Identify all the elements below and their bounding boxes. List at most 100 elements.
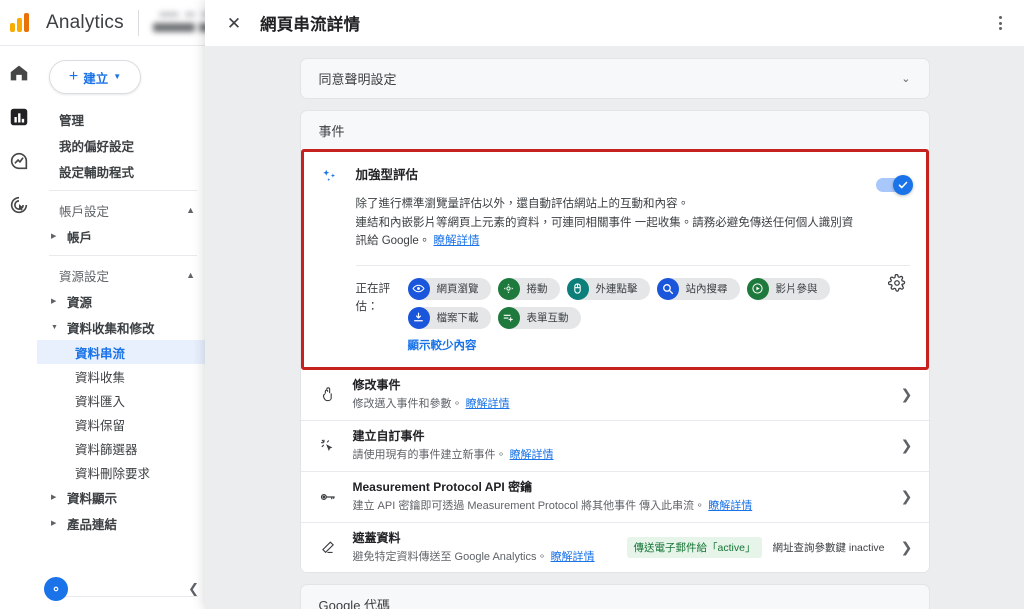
- learn-more-link[interactable]: 瞭解詳情: [551, 551, 595, 563]
- enhanced-measurement-highlight: 加強型評估 除了進行標準瀏覽量評估以外，還自動評估網站上的互動和內容。 連結和內…: [300, 149, 929, 370]
- sidebar-item-data-retention[interactable]: 資料保留: [37, 412, 209, 436]
- row-modify-events[interactable]: 修改事件 修改邁入事件和參數。 瞭解詳情 ❯: [300, 369, 929, 420]
- row-redact-data[interactable]: 遮蓋資料 避免特定資料傳送至 Google Analytics。 瞭解詳情 傳送…: [300, 521, 929, 573]
- row-badges: 傳送電子郵件給「active」 網址查詢參數鍵 inactive: [626, 536, 885, 558]
- topbar-divider: [137, 9, 139, 36]
- key-icon: [317, 488, 339, 506]
- row-create-custom-events[interactable]: 建立自訂事件 請使用現有的事件建立新事件。 瞭解詳情 ❯: [300, 419, 929, 471]
- chip-label: 外連點擊: [595, 283, 638, 296]
- check-icon: [892, 175, 913, 195]
- sidebar-item-product-links[interactable]: ▶ 產品連結: [37, 510, 209, 536]
- row-title: 遮蓋資料: [352, 530, 401, 545]
- triangle-right-icon: ▶: [51, 233, 57, 240]
- screen-root: Analytics + 建立 ▼ 管理 我的偏好設定 設定輔助程式 帳戶設定 ▲…: [0, 0, 1024, 609]
- sidebar-item-data-display[interactable]: ▶ 資料顯示: [37, 484, 209, 510]
- sidebar-item-data-collection-and-modification[interactable]: ▼ 資料收集和修改: [37, 314, 209, 340]
- page-title: 網頁串流詳情: [260, 16, 361, 34]
- panel-body: 同意聲明設定 ⌄ 事件 加強型評估 除了進行標準瀏覽量評估以外，還自動評估網站上…: [205, 46, 1024, 609]
- chevron-up-icon: ▲: [186, 270, 195, 280]
- events-card-title: 事件: [318, 124, 345, 139]
- explore-icon[interactable]: [8, 150, 30, 172]
- chevron-right-icon: ❯: [900, 437, 913, 454]
- learn-more-link[interactable]: 瞭解詳情: [433, 235, 479, 247]
- collapse-sidebar-chevron-left-icon[interactable]: ❮: [188, 581, 199, 597]
- row-subtitle: 建立 API 密鑰即可透過 Measurement Protocol 將其他事件…: [352, 500, 706, 513]
- sidebar-item-data-deletion-requests[interactable]: 資料刪除要求: [37, 460, 209, 484]
- learn-more-link[interactable]: 瞭解詳情: [466, 398, 510, 410]
- panel-header: ✕ 網頁串流詳情: [205, 0, 1024, 46]
- chip-form-interaction[interactable]: 表單互動: [497, 306, 581, 329]
- sidebar-item-label: 資料匯入: [75, 394, 126, 409]
- home-icon[interactable]: [8, 62, 30, 84]
- settings-sidebar: + 建立 ▼ 管理 我的偏好設定 設定輔助程式 帳戶設定 ▲ ▶ 帳戶 資源設定…: [37, 46, 210, 609]
- chip-site-search[interactable]: 站內搜尋: [656, 277, 740, 300]
- sidebar-item-label: 資料保留: [75, 418, 126, 433]
- sidebar-item-label: 設定輔助程式: [59, 165, 135, 180]
- sidebar-item-property[interactable]: ▶ 資源: [37, 288, 209, 314]
- learn-more-link[interactable]: 瞭解詳情: [510, 449, 554, 461]
- sidebar-item-label: 資源: [67, 295, 93, 310]
- chevron-right-icon: ❯: [900, 488, 913, 505]
- sidebar-item-label: 帳戶: [67, 230, 93, 245]
- close-icon[interactable]: ✕: [223, 12, 245, 34]
- sidebar-item-my-preferences[interactable]: 我的偏好設定: [37, 132, 209, 158]
- chip-label: 網頁瀏覽: [436, 283, 479, 296]
- sidebar-item-label: 資料顯示: [67, 491, 118, 506]
- sidebar-item-label: 資料收集和修改: [67, 321, 155, 336]
- sidebar-group-label: 資源設定: [59, 269, 110, 284]
- enhanced-measurement-section: 加強型評估 除了進行標準瀏覽量評估以外，還自動評估網站上的互動和內容。 連結和內…: [303, 152, 926, 367]
- sidebar-item-data-collection[interactable]: 資料收集: [37, 364, 209, 388]
- plus-icon: +: [68, 68, 79, 85]
- enhanced-measurement-toggle[interactable]: [875, 175, 913, 195]
- sidebar-item-data-filters[interactable]: 資料篩選器: [37, 436, 209, 460]
- sidebar-item-label: 資料刪除要求: [75, 466, 151, 481]
- chip-scroll[interactable]: 捲動: [497, 277, 560, 300]
- events-card: 事件 加強型評估 除了進行標準瀏覽量評估以外，還自動評估網站上的互動和內容。 連…: [299, 110, 930, 574]
- triangle-down-icon: ▼: [51, 323, 58, 331]
- sidebar-group-property-settings[interactable]: 資源設定 ▲: [37, 262, 209, 288]
- description-line-2: 連結和內嵌影片等網頁上元素的資料，可連同相關事件 一起收集。請務必避免傳送任何個…: [355, 216, 854, 248]
- sidebar-item-label: 我的偏好設定: [59, 139, 135, 154]
- advertising-target-icon[interactable]: [8, 194, 30, 216]
- sidebar-item-admin[interactable]: 管理: [37, 106, 209, 132]
- sidebar-item-label: 資料篩選器: [75, 442, 138, 457]
- row-measurement-protocol-api-secrets[interactable]: Measurement Protocol API 密鑰 建立 API 密鑰即可透…: [300, 470, 929, 522]
- download-icon: [407, 306, 430, 329]
- sidebar-divider: [49, 190, 197, 191]
- analytics-logo-icon: [8, 10, 34, 36]
- chip-outbound-click[interactable]: 外連點擊: [566, 277, 650, 300]
- sidebar-item-data-import[interactable]: 資料匯入: [37, 388, 209, 412]
- chip-video-engagement[interactable]: 影片參與: [746, 277, 830, 300]
- measuring-label: 正在評估：: [355, 282, 391, 313]
- icon-rail: [0, 46, 37, 609]
- consent-settings-title: 同意聲明設定: [318, 72, 397, 87]
- chip-page-view[interactable]: 網頁瀏覽: [407, 277, 491, 300]
- gear-icon[interactable]: [887, 273, 908, 294]
- consent-settings-header[interactable]: 同意聲明設定 ⌄: [301, 59, 929, 98]
- measuring-chip-list: 網頁瀏覽 捲動 外連點擊 站內搜尋 影片參與 檔案下載 表單互動: [407, 277, 910, 329]
- sidebar-item-account[interactable]: ▶ 帳戶: [37, 223, 209, 249]
- sidebar-item-setup-assistant[interactable]: 設定輔助程式: [37, 158, 209, 184]
- show-less-link[interactable]: 顯示較少內容: [320, 329, 910, 357]
- chip-file-download[interactable]: 檔案下載: [407, 306, 491, 329]
- sidebar-item-data-streams[interactable]: 資料串流: [37, 340, 209, 364]
- bar-chart-icon[interactable]: [8, 106, 30, 128]
- eye-icon: [407, 277, 430, 300]
- chevron-right-icon: ❯: [900, 386, 913, 403]
- chip-label: 站內搜尋: [685, 283, 728, 296]
- learn-more-link[interactable]: 瞭解詳情: [708, 500, 752, 512]
- chevron-down-icon: ⌄: [901, 73, 911, 85]
- sidebar-item-label: 資料收集: [75, 370, 126, 385]
- row-subtitle: 避免特定資料傳送至 Google Analytics。: [352, 550, 548, 563]
- consent-settings-card: 同意聲明設定 ⌄: [299, 58, 930, 99]
- create-click-icon: [317, 437, 339, 454]
- admin-gear-icon[interactable]: [44, 577, 68, 601]
- row-subtitle: 修改邁入事件和參數。: [352, 398, 463, 411]
- more-vert-icon[interactable]: [989, 12, 1011, 34]
- form-icon: [497, 306, 520, 329]
- chip-label: 捲動: [526, 283, 548, 296]
- create-button[interactable]: + 建立 ▼: [49, 60, 141, 94]
- sidebar-group-label: 帳戶設定: [59, 204, 110, 219]
- web-stream-details-panel: ✕ 網頁串流詳情 同意聲明設定 ⌄ 事件 加強型評估 除了進行標準瀏覽量評估以外…: [205, 0, 1024, 609]
- sidebar-group-account-settings[interactable]: 帳戶設定 ▲: [37, 197, 209, 223]
